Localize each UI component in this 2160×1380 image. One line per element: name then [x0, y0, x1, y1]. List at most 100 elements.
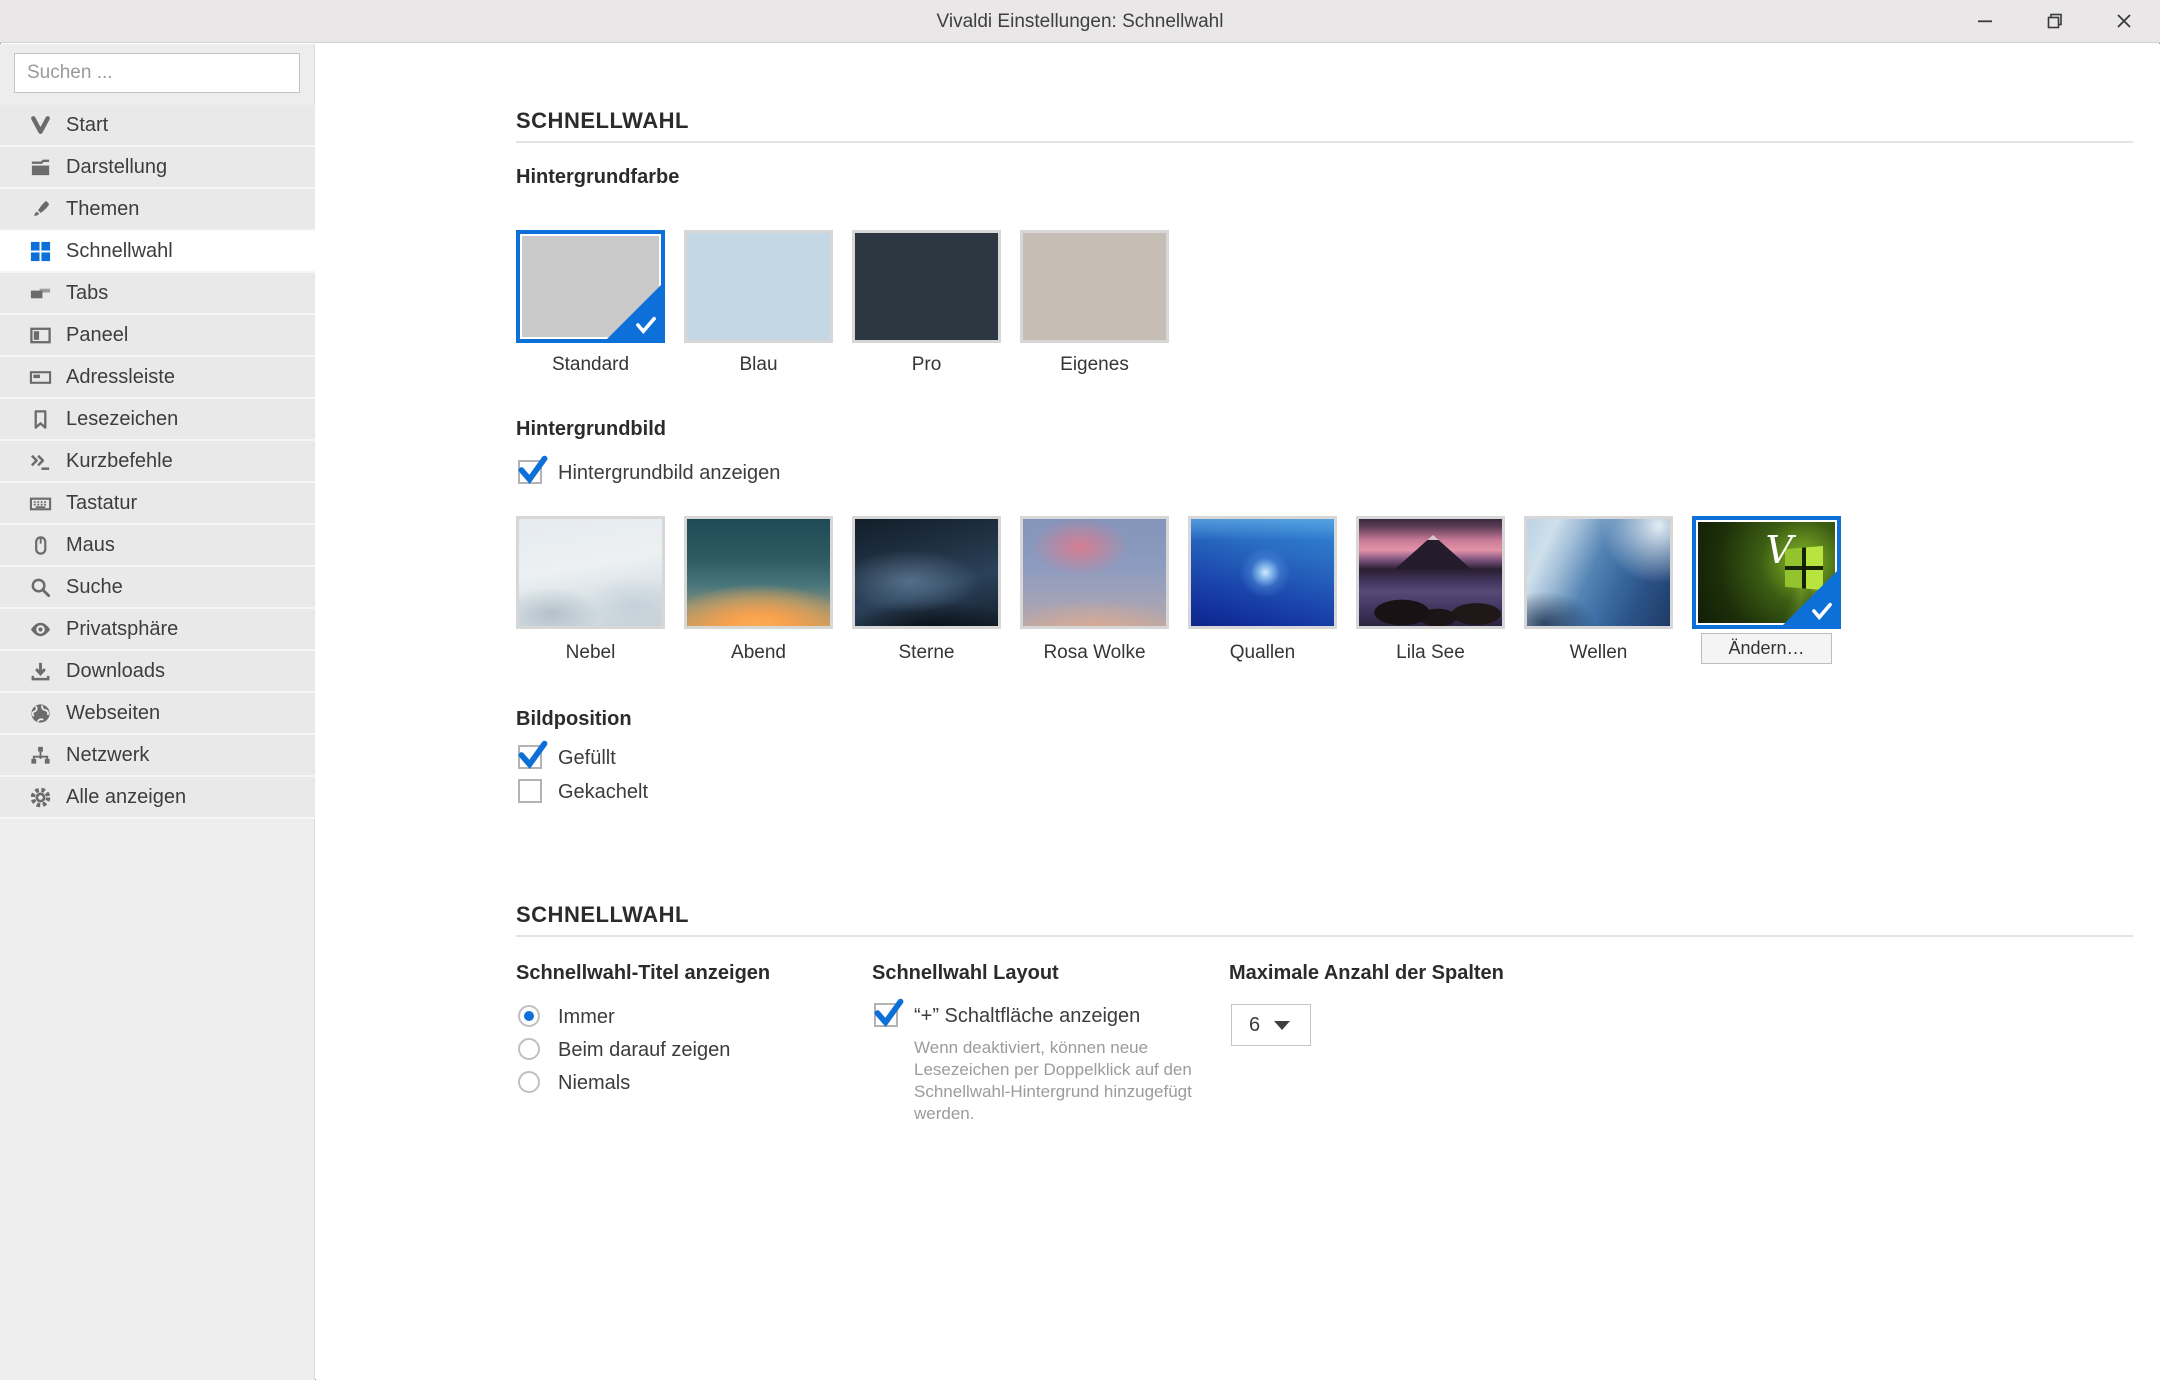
sidebar-item-themen[interactable]: Themen	[0, 189, 315, 231]
globe-icon	[28, 701, 52, 725]
bg-thumbnail-nebel[interactable]	[516, 516, 665, 629]
sidebar-item-privatsphaere[interactable]: Privatsphäre	[0, 609, 315, 651]
background-color-heading: Hintergrundfarbe	[516, 166, 679, 189]
image-position-tiled-checkbox[interactable]	[518, 779, 542, 803]
bg-thumbnail-custom[interactable]: V	[1692, 516, 1841, 629]
sidebar-item-darstellung[interactable]: Darstellung	[0, 147, 315, 189]
window-title: Vivaldi Einstellungen: Schnellwahl	[0, 0, 2160, 43]
titlebar: Vivaldi Einstellungen: Schnellwahl	[0, 0, 2160, 43]
minimize-button[interactable]	[1954, 0, 2016, 42]
plus-button-checkbox[interactable]	[874, 1003, 898, 1027]
section-title-schnellwahl-1: SCHNELLWAHL	[516, 108, 689, 134]
max-columns-heading: Maximale Anzahl der Spalten	[1229, 962, 1504, 985]
image-position-tiled-label: Gekachelt	[558, 781, 648, 804]
sidebar-item-label: Alle anzeigen	[66, 786, 186, 809]
sidebar-item-tabs[interactable]: Tabs	[0, 273, 315, 315]
keyboard-icon	[28, 491, 52, 515]
sidebar-item-label: Themen	[66, 198, 139, 221]
bg-thumbnail-abend[interactable]	[684, 516, 833, 629]
bg-thumbnail-wellen[interactable]	[1524, 516, 1673, 629]
address-bar-icon	[28, 365, 52, 389]
bg-thumbnail-label: Lila See	[1356, 642, 1505, 664]
radio-immer[interactable]	[518, 1005, 540, 1027]
bg-thumbnail-rosa-wolke[interactable]	[1020, 516, 1169, 629]
check-icon	[635, 316, 657, 334]
bg-thumbnail-label: Sterne	[852, 642, 1001, 664]
color-option-label: Pro	[852, 354, 1001, 376]
color-option-blau[interactable]	[684, 230, 833, 343]
sidebar-item-paneel[interactable]: Paneel	[0, 315, 315, 357]
checkmark-icon	[518, 455, 548, 483]
sidebar-item-start[interactable]: Start	[0, 105, 315, 147]
mouse-icon	[28, 533, 52, 557]
radio-dot	[524, 1011, 534, 1021]
sidebar-item-tastatur[interactable]: Tastatur	[0, 483, 315, 525]
vivaldi-icon	[28, 113, 52, 137]
sidebar-item-label: Adressleiste	[66, 366, 175, 389]
restore-button[interactable]	[2024, 0, 2086, 42]
change-image-button[interactable]: Ändern…	[1701, 633, 1832, 664]
magnifier-icon	[28, 575, 52, 599]
search-input[interactable]	[14, 53, 300, 93]
radio-niemals[interactable]	[518, 1071, 540, 1093]
bg-thumbnail-sterne[interactable]	[852, 516, 1001, 629]
restore-icon	[2045, 11, 2065, 31]
bookmark-icon	[28, 407, 52, 431]
vivaldi-v-mark: V	[1766, 528, 1793, 572]
checkmark-icon	[874, 998, 904, 1026]
chevron-down-icon	[1274, 1021, 1290, 1030]
sidebar-item-downloads[interactable]: Downloads	[0, 651, 315, 693]
sidebar-item-label: Tastatur	[66, 492, 137, 515]
sidebar-item-label: Downloads	[66, 660, 165, 683]
radio-beim-darauf-zeigen-label: Beim darauf zeigen	[558, 1039, 730, 1062]
plus-button-label: “+” Schaltfläche anzeigen	[914, 1005, 1140, 1028]
checkmark-icon	[518, 740, 548, 768]
sidebar-item-maus[interactable]: Maus	[0, 525, 315, 567]
color-option-standard[interactable]	[516, 230, 665, 343]
bg-thumbnail-lila-see[interactable]	[1356, 516, 1505, 629]
network-icon	[28, 743, 52, 767]
download-icon	[28, 659, 52, 683]
section-rule	[516, 935, 2133, 937]
image-position-filled-label: Gefüllt	[558, 747, 616, 770]
radio-immer-label: Immer	[558, 1006, 615, 1029]
sidebar-item-netzwerk[interactable]: Netzwerk	[0, 735, 315, 777]
color-option-label: Standard	[516, 354, 665, 376]
sidebar-item-webseiten[interactable]: Webseiten	[0, 693, 315, 735]
sidebar-item-alle-anzeigen[interactable]: Alle anzeigen	[0, 777, 315, 819]
image-position-filled-checkbox[interactable]	[518, 745, 542, 769]
panel-icon	[28, 323, 52, 347]
sidebar-item-lesezeichen[interactable]: Lesezeichen	[0, 399, 315, 441]
settings-sidebar: Start Darstellung Themen Schnellwahl Tab…	[0, 44, 315, 1380]
image-position-heading: Bildposition	[516, 708, 632, 731]
sidebar-item-label: Start	[66, 114, 108, 137]
sidebar-item-schnellwahl[interactable]: Schnellwahl	[0, 231, 315, 273]
bg-thumbnail-label: Wellen	[1524, 642, 1673, 664]
color-option-eigenes[interactable]	[1020, 230, 1169, 343]
check-icon	[1811, 602, 1833, 620]
sidebar-item-label: Kurzbefehle	[66, 450, 173, 473]
settings-nav: Start Darstellung Themen Schnellwahl Tab…	[0, 105, 315, 819]
plus-button-description: Wenn deaktiviert, können neue Lesezeiche…	[914, 1037, 1204, 1125]
bg-thumbnail-quallen[interactable]	[1188, 516, 1337, 629]
sidebar-item-label: Maus	[66, 534, 115, 557]
section-title-schnellwahl-2: SCHNELLWAHL	[516, 902, 689, 928]
sidebar-item-suche[interactable]: Suche	[0, 567, 315, 609]
close-button[interactable]	[2093, 0, 2155, 42]
title-display-heading: Schnellwahl-Titel anzeigen	[516, 962, 770, 985]
sidebar-item-label: Suche	[66, 576, 123, 599]
sidebar-item-label: Paneel	[66, 324, 128, 347]
settings-window: Vivaldi Einstellungen: Schnellwahl Start…	[0, 0, 2160, 1380]
sidebar-item-label: Lesezeichen	[66, 408, 178, 431]
color-option-label: Blau	[684, 354, 833, 376]
show-background-image-checkbox[interactable]	[518, 460, 542, 484]
section-rule	[516, 141, 2133, 143]
sidebar-item-kurzbefehle[interactable]: Kurzbefehle	[0, 441, 315, 483]
color-option-pro[interactable]	[852, 230, 1001, 343]
bg-thumbnail-label: Quallen	[1188, 642, 1337, 664]
sidebar-item-adressleiste[interactable]: Adressleiste	[0, 357, 315, 399]
radio-beim-darauf-zeigen[interactable]	[518, 1038, 540, 1060]
max-columns-select[interactable]: 6	[1231, 1004, 1311, 1046]
paintbrush-icon	[28, 197, 52, 221]
sidebar-item-label: Webseiten	[66, 702, 160, 725]
